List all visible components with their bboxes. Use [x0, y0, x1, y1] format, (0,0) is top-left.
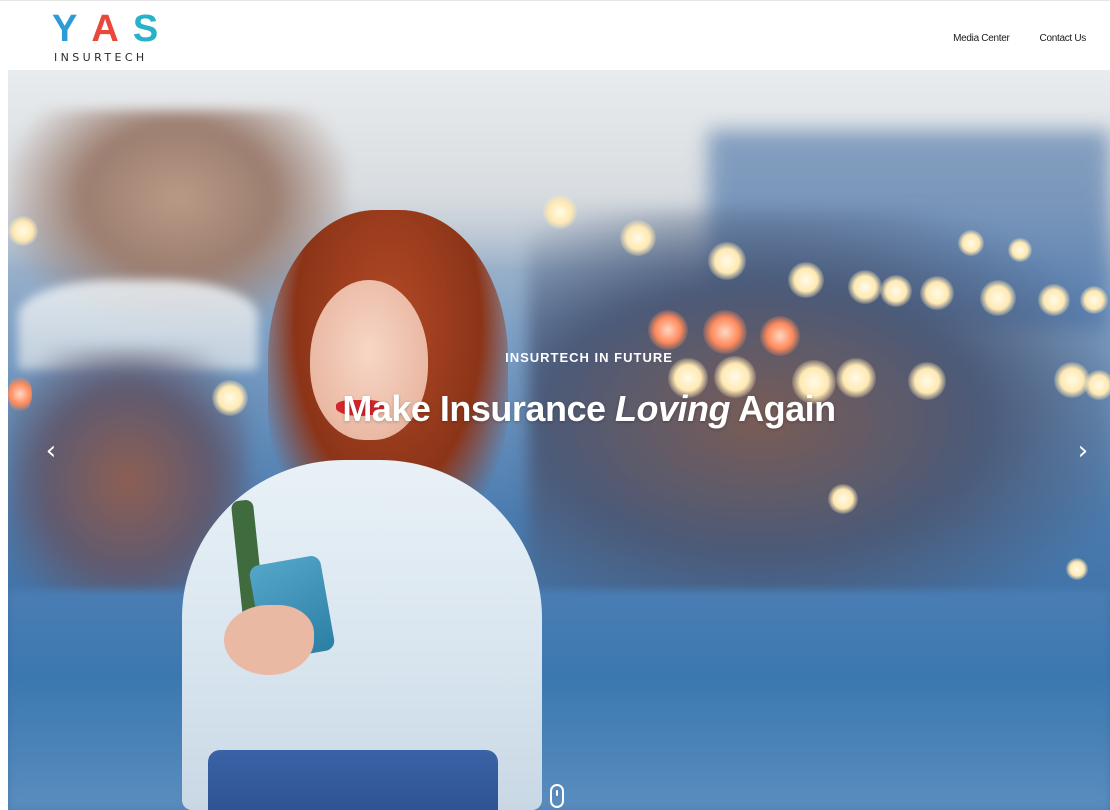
- bokeh-light: [648, 310, 688, 350]
- bokeh-light: [708, 242, 746, 280]
- bokeh-light: [1066, 558, 1088, 580]
- bokeh-light: [620, 220, 656, 256]
- headline-emphasis: Loving: [614, 388, 730, 429]
- logo-letter-s: S: [132, 8, 173, 50]
- woman-hand: [224, 605, 314, 675]
- chevron-right-icon[interactable]: ›: [1070, 438, 1096, 464]
- bokeh-light: [8, 216, 38, 246]
- bokeh-light: [880, 275, 912, 307]
- bokeh-light: [1038, 284, 1070, 316]
- hero-headline: Make Insurance Loving Again: [8, 388, 1110, 430]
- bokeh-light: [848, 270, 882, 304]
- logo-letter-y: Y: [52, 8, 92, 50]
- logo-letter-a: A: [91, 8, 133, 50]
- page: Y A S INSURTECH Media Center Contact Us: [0, 0, 1110, 810]
- chevron-left-icon[interactable]: ‹: [38, 438, 64, 464]
- bokeh-light: [703, 310, 747, 354]
- mouse-scroll-icon[interactable]: [550, 784, 564, 808]
- bokeh-light: [828, 484, 858, 514]
- bokeh-light: [980, 280, 1016, 316]
- top-nav: Media Center Contact Us: [953, 33, 1086, 44]
- bokeh-light: [920, 276, 954, 310]
- bokeh-light: [1008, 238, 1032, 262]
- brand-logo[interactable]: Y A S INSURTECH: [52, 10, 162, 65]
- bokeh-light: [788, 262, 824, 298]
- headline-end: Again: [729, 388, 836, 429]
- bokeh-light: [1080, 286, 1108, 314]
- nav-media-center[interactable]: Media Center: [953, 33, 1010, 44]
- woman-jeans: [208, 750, 498, 810]
- logo-subtitle: INSURTECH: [54, 51, 148, 64]
- hero-slider: INSURTECH IN FUTURE Make Insurance Lovin…: [8, 70, 1110, 810]
- hero-eyebrow: INSURTECH IN FUTURE: [505, 350, 673, 365]
- logo-letters: Y A S: [52, 8, 173, 50]
- bokeh-light: [958, 230, 984, 256]
- nav-contact-us[interactable]: Contact Us: [1040, 33, 1087, 44]
- hero-woman-image: [168, 210, 568, 810]
- site-header: Y A S INSURTECH Media Center Contact Us: [0, 0, 1110, 70]
- headline-start: Make Insurance: [342, 388, 615, 429]
